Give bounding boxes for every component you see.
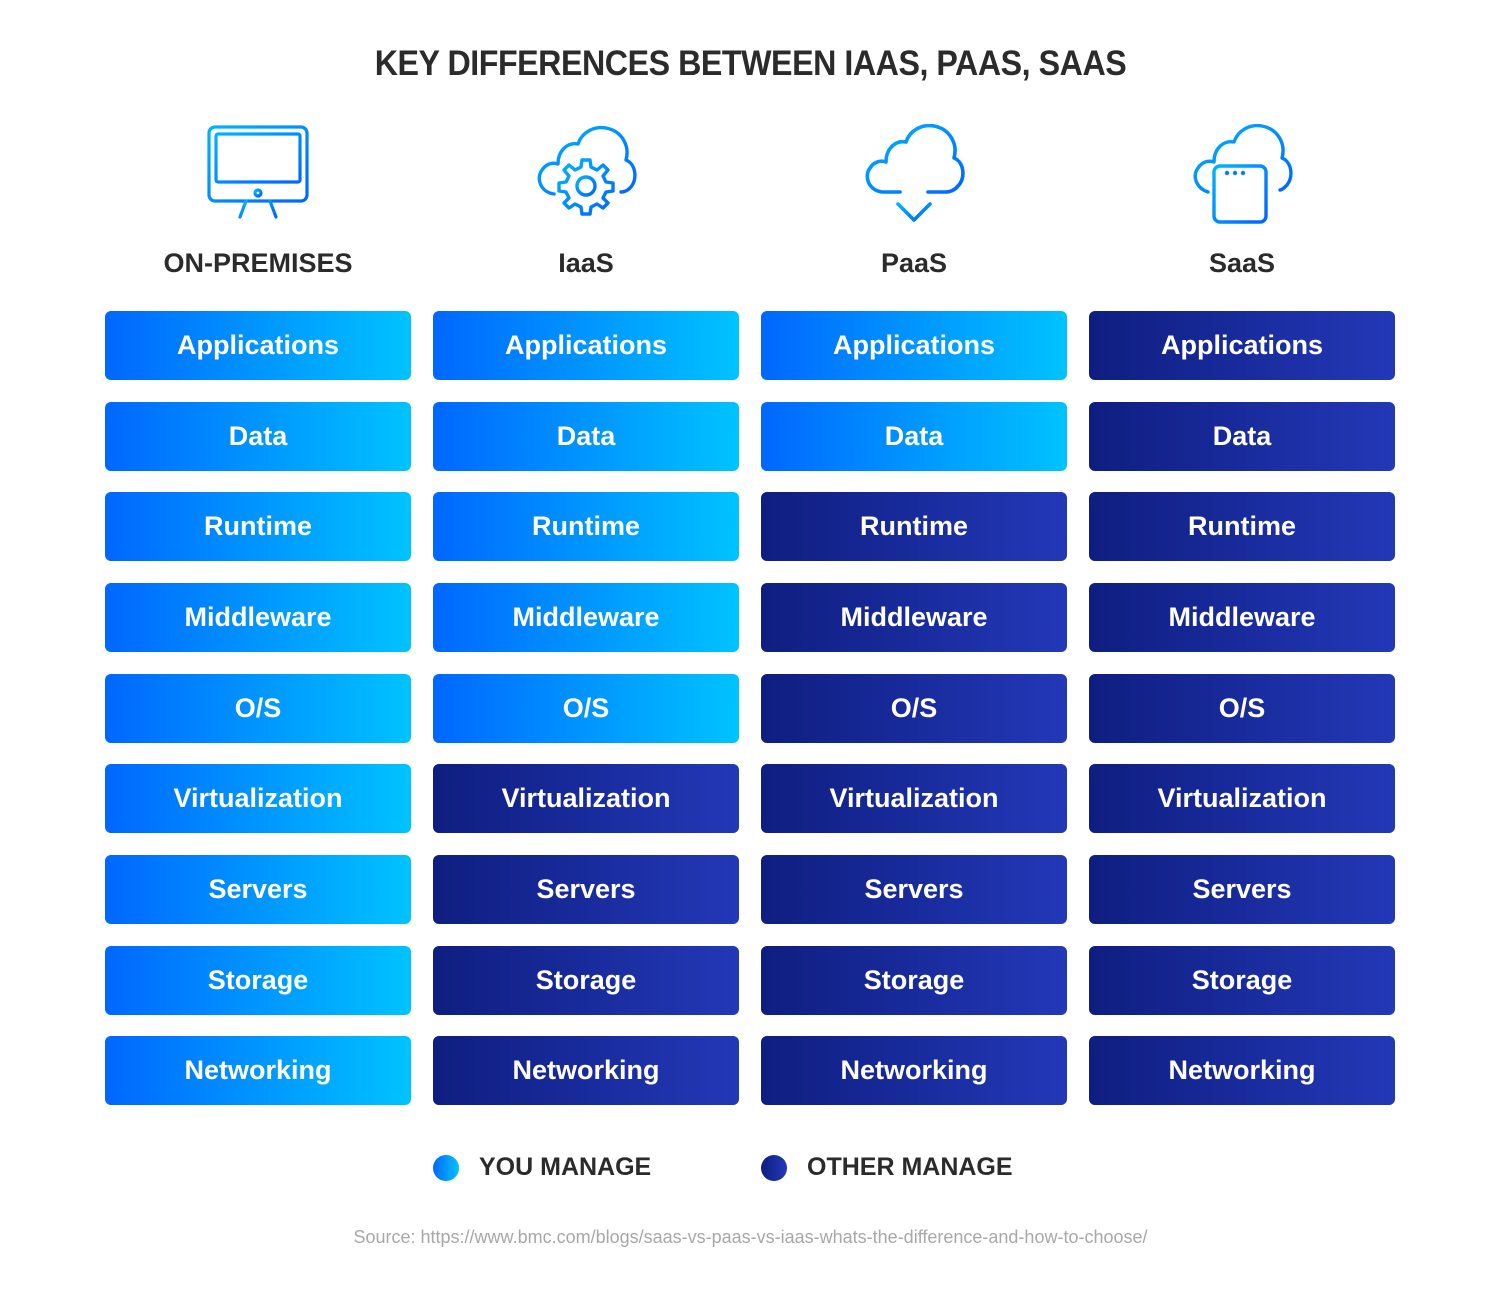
layer-label: Middleware [1168, 602, 1316, 632]
cloud-window-icon [1089, 124, 1395, 224]
layer-label: Runtime [204, 511, 312, 541]
layer-label: Data [1212, 421, 1272, 451]
layer-label: Storage [535, 965, 637, 995]
layer-label: O/S [1218, 693, 1266, 723]
layer-label: Runtime [1188, 511, 1296, 541]
cloud-gear-icon [433, 124, 739, 224]
layer-label: Runtime [532, 511, 640, 541]
layer-applications: Applications [1089, 311, 1395, 380]
layer-label: Applications [1160, 330, 1323, 360]
layer-label: Servers [1192, 874, 1292, 904]
layer-middleware: Middleware [105, 583, 411, 652]
legend-label: OTHER MANAGE [807, 1153, 1013, 1181]
layer-label: Networking [1168, 1055, 1316, 1085]
layer-label: Storage [207, 965, 309, 995]
legend-label: YOU MANAGE [479, 1153, 652, 1181]
layer-servers: Servers [105, 855, 411, 924]
layer-label: Servers [536, 874, 636, 904]
column-label: ON-PREMISES [163, 248, 353, 278]
layer-applications: Applications [105, 311, 411, 380]
layer-label: Virtualization [173, 783, 343, 813]
column-label: SaaS [1208, 248, 1276, 278]
layer-label: Networking [512, 1055, 660, 1085]
source-citation: Source: https://www.bmc.com/blogs/saas-v… [353, 1227, 1148, 1247]
layer-networking: Networking [105, 1036, 411, 1105]
monitor-icon [105, 124, 411, 224]
layer-o-s: O/S [761, 674, 1067, 743]
layer-label: Data [884, 421, 944, 451]
layer-middleware: Middleware [761, 583, 1067, 652]
layer-virtualization: Virtualization [1089, 764, 1395, 833]
layer-storage: Storage [433, 946, 739, 1015]
layer-storage: Storage [1089, 946, 1395, 1015]
layer-virtualization: Virtualization [761, 764, 1067, 833]
layer-runtime: Runtime [761, 492, 1067, 561]
layer-label: Servers [208, 874, 308, 904]
layer-middleware: Middleware [433, 583, 739, 652]
layer-storage: Storage [105, 946, 411, 1015]
other-manage-swatch [761, 1154, 787, 1181]
layer-label: O/S [234, 693, 282, 723]
layer-label: Applications [176, 330, 339, 360]
page-title: KEY DIFFERENCES BETWEEN IAAS, PAAS, SAAS [374, 44, 1127, 83]
cloud-download-icon [761, 124, 1067, 224]
layer-data: Data [433, 402, 739, 471]
layer-label: Data [556, 421, 616, 451]
layer-label: O/S [890, 693, 938, 723]
layer-label: Middleware [512, 602, 660, 632]
layer-label: Servers [864, 874, 964, 904]
you-manage-swatch [433, 1154, 459, 1181]
layer-o-s: O/S [105, 674, 411, 743]
layer-networking: Networking [433, 1036, 739, 1105]
layer-data: Data [105, 402, 411, 471]
layer-storage: Storage [761, 946, 1067, 1015]
layer-o-s: O/S [1089, 674, 1395, 743]
layer-label: Middleware [840, 602, 988, 632]
layer-networking: Networking [1089, 1036, 1395, 1105]
layer-label: O/S [562, 693, 610, 723]
layer-label: Middleware [184, 602, 332, 632]
layer-label: Virtualization [1157, 783, 1327, 813]
legend-you-manage: YOU MANAGE [433, 1153, 651, 1182]
layer-label: Networking [184, 1055, 332, 1085]
layer-runtime: Runtime [105, 492, 411, 561]
layer-label: Applications [832, 330, 995, 360]
column-label: PaaS [880, 248, 948, 278]
layer-virtualization: Virtualization [433, 764, 739, 833]
layer-data: Data [1089, 402, 1395, 471]
layer-runtime: Runtime [433, 492, 739, 561]
layer-label: Data [228, 421, 288, 451]
layer-label: Storage [863, 965, 965, 995]
layer-label: Virtualization [829, 783, 999, 813]
layer-middleware: Middleware [1089, 583, 1395, 652]
layer-label: Applications [504, 330, 667, 360]
layer-servers: Servers [1089, 855, 1395, 924]
column-label: IaaS [558, 248, 614, 278]
layer-label: Virtualization [501, 783, 671, 813]
layer-data: Data [761, 402, 1067, 471]
layer-servers: Servers [761, 855, 1067, 924]
legend-other-manage: OTHER MANAGE [761, 1153, 1013, 1182]
layer-virtualization: Virtualization [105, 764, 411, 833]
layer-label: Runtime [860, 511, 968, 541]
layer-servers: Servers [433, 855, 739, 924]
layer-runtime: Runtime [1089, 492, 1395, 561]
layer-label: Storage [1191, 965, 1293, 995]
layer-applications: Applications [433, 311, 739, 380]
layer-o-s: O/S [433, 674, 739, 743]
layer-label: Networking [840, 1055, 988, 1085]
layer-applications: Applications [761, 311, 1067, 380]
layer-networking: Networking [761, 1036, 1067, 1105]
